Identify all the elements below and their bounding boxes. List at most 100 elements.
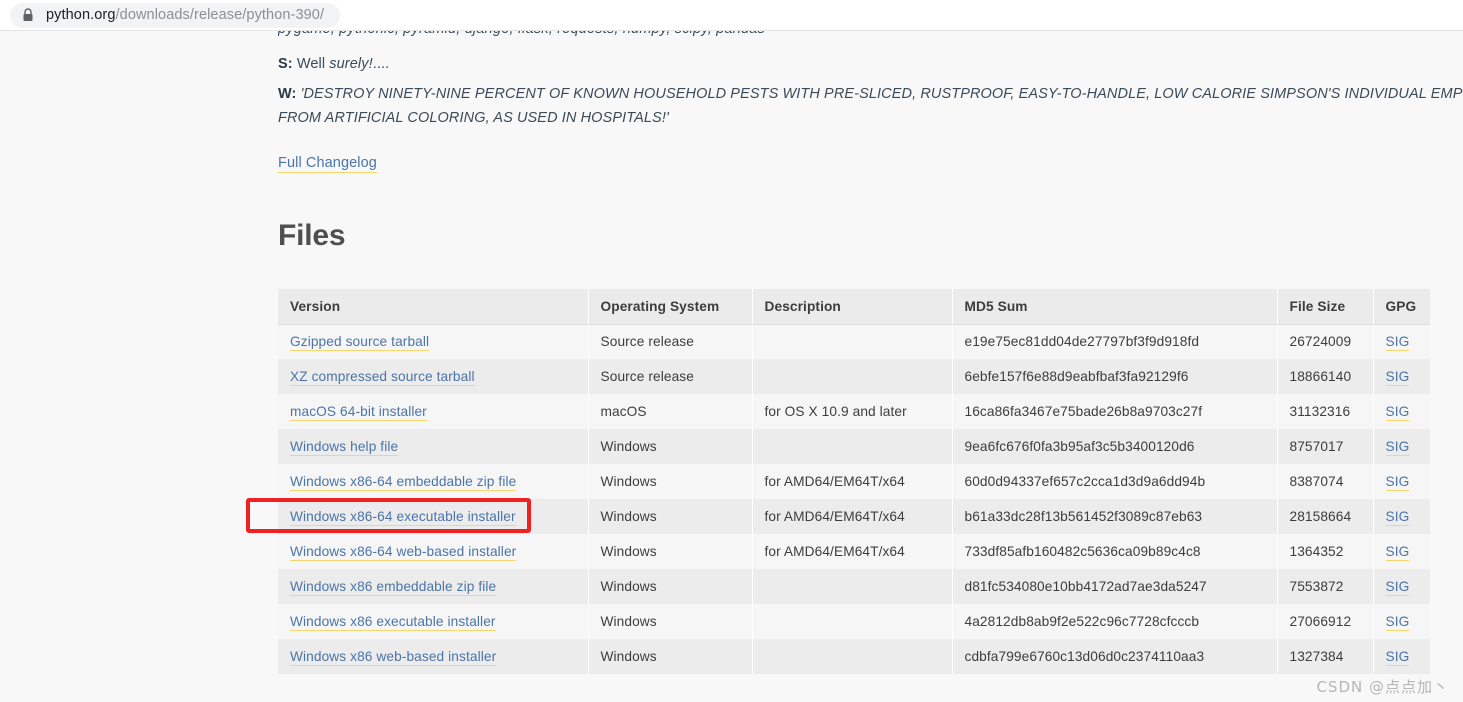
cell-md5-sum: 733df85afb160482c5636ca09b89c4c8 [952, 534, 1278, 569]
table-row: Windows x86 executable installer Windows 4… [278, 604, 1430, 639]
cell-description [752, 569, 953, 604]
cell-operating-system: Windows [588, 499, 753, 534]
file-download-link[interactable]: Windows x86-64 embeddable zip file [290, 474, 517, 491]
sig-link[interactable]: SIG [1385, 614, 1410, 631]
cell-operating-system: Source release [588, 324, 753, 359]
cell-file-size: 27066912 [1277, 604, 1374, 639]
sig-link[interactable]: SIG [1385, 404, 1410, 421]
cell-operating-system: Windows [588, 464, 753, 499]
table-header-row: Version Operating System Description MD5… [278, 289, 1430, 325]
cell-description [752, 359, 953, 394]
speaker-label-s: S: [278, 56, 293, 72]
file-download-link[interactable]: Windows x86 embeddable zip file [290, 579, 497, 596]
column-header-filesize: File Size [1277, 289, 1374, 325]
cell-description [752, 429, 953, 464]
cell-md5-sum: 4a2812db8ab9f2e522c96c7728cfcccb [952, 604, 1278, 639]
cell-operating-system: macOS [588, 394, 753, 429]
column-header-os: Operating System [588, 289, 753, 325]
cell-operating-system: Windows [588, 534, 753, 569]
file-download-link[interactable]: Gzipped source tarball [290, 334, 430, 352]
file-download-link[interactable]: Windows x86 web-based installer [290, 649, 497, 666]
cell-file-size: 18866140 [1277, 359, 1374, 394]
file-download-link[interactable]: macOS 64-bit installer [290, 404, 427, 421]
table-row: XZ compressed source tarball Source relea… [278, 359, 1430, 394]
file-download-link[interactable]: Windows help file [290, 439, 399, 456]
cell-gpg: SIG [1373, 324, 1430, 359]
page-title: Files [278, 219, 346, 252]
truncated-text-line: pygame, pythonic, pyramid, django, flask… [278, 31, 978, 37]
cell-version: Windows x86-64 web-based installer [278, 534, 589, 569]
sig-link[interactable]: SIG [1385, 544, 1410, 561]
sig-link[interactable]: SIG [1385, 474, 1410, 491]
cell-md5-sum: 9ea6fc676f0fa3b95af3c5b3400120d6 [952, 429, 1278, 464]
cell-md5-sum: 6ebfe157f6e88d9eabfbaf3fa92129f6 [952, 359, 1278, 394]
cell-version: Windows help file [278, 429, 589, 464]
cell-version: Windows x86 embeddable zip file [278, 569, 589, 604]
cell-operating-system: Windows [588, 639, 753, 674]
table-row: Windows x86-64 web-based installer Window… [278, 534, 1430, 569]
page-content: pygame, pythonic, pyramid, django, flask… [0, 31, 1463, 702]
cell-gpg: SIG [1373, 464, 1430, 499]
cell-version: Windows x86-64 embeddable zip file [278, 464, 589, 499]
column-header-md5: MD5 Sum [952, 289, 1278, 325]
files-table: Version Operating System Description MD5… [278, 289, 1430, 674]
full-changelog-link[interactable]: Full Changelog [278, 155, 377, 173]
sig-link[interactable]: SIG [1385, 579, 1410, 596]
cell-gpg: SIG [1373, 359, 1430, 394]
cell-file-size: 8757017 [1277, 429, 1374, 464]
cell-description: for AMD64/EM64T/x64 [752, 464, 953, 499]
sig-link[interactable]: SIG [1385, 649, 1410, 666]
watermark: CSDN @点点加丶 [1316, 678, 1449, 696]
lock-icon [23, 8, 33, 21]
cell-version: Windows x86 executable installer [278, 604, 589, 639]
speaker-label-w: W: [278, 86, 297, 102]
cell-description [752, 639, 953, 674]
cell-operating-system: Source release [588, 359, 753, 394]
cell-version: macOS 64-bit installer [278, 394, 589, 429]
table-row: Windows x86 embeddable zip file Windows d8… [278, 569, 1430, 604]
sig-link[interactable]: SIG [1385, 439, 1410, 456]
cell-description: for AMD64/EM64T/x64 [752, 499, 953, 534]
cell-description: for AMD64/EM64T/x64 [752, 534, 953, 569]
cell-md5-sum: 60d0d94337ef657c2cca1d3d9a6dd94b [952, 464, 1278, 499]
dialogue-s-tail: .... [372, 56, 390, 72]
table-row: macOS 64-bit installer macOS for OS X 10.9… [278, 394, 1430, 429]
table-row: Windows x86 web-based installer Windows cd… [278, 639, 1430, 674]
cell-file-size: 28158664 [1277, 499, 1374, 534]
cell-md5-sum: e19e75ec81dd04de27797bf3f9d918fd [952, 324, 1278, 359]
dialogue-s-italic: surely! [329, 56, 373, 72]
table-row: Windows help file Windows 9ea6fc676f0fa3b9… [278, 429, 1430, 464]
file-download-link[interactable]: Windows x86-64 executable installer [290, 509, 516, 526]
cell-gpg: SIG [1373, 534, 1430, 569]
table-row: Windows x86-64 embeddable zip file Window… [278, 464, 1430, 499]
cell-md5-sum: 16ca86fa3467e75bade26b8a9703c27f [952, 394, 1278, 429]
column-header-description: Description [752, 289, 953, 325]
cell-description [752, 604, 953, 639]
cell-gpg: SIG [1373, 429, 1430, 464]
dialogue-w-line2: FROM ARTIFICIAL COLORING, AS USED IN HOS… [278, 110, 669, 126]
url-path: /downloads/release/python-390/ [115, 7, 325, 23]
cell-file-size: 31132316 [1277, 394, 1374, 429]
cell-file-size: 8387074 [1277, 464, 1374, 499]
url-text: python.org/downloads/release/python-390/ [46, 7, 324, 23]
cell-version: Gzipped source tarball [278, 324, 589, 359]
cell-version: XZ compressed source tarball [278, 359, 589, 394]
cell-gpg: SIG [1373, 569, 1430, 604]
sig-link[interactable]: SIG [1385, 509, 1410, 526]
file-download-link[interactable]: XZ compressed source tarball [290, 369, 475, 386]
dialogue-s-plain: Well [292, 56, 330, 72]
dialogue-line-s: S: Well surely!.... [278, 55, 389, 74]
cell-version: Windows x86 web-based installer [278, 639, 589, 674]
cell-gpg: SIG [1373, 639, 1430, 674]
column-header-gpg: GPG [1373, 289, 1430, 325]
address-bar[interactable]: python.org/downloads/release/python-390/ [10, 2, 340, 28]
sig-link[interactable]: SIG [1385, 334, 1410, 352]
file-download-link[interactable]: Windows x86 executable installer [290, 614, 496, 631]
dialogue-line-w-part1: W: 'DESTROY NINETY-NINE PERCENT OF KNOWN… [278, 85, 1463, 104]
sig-link[interactable]: SIG [1385, 369, 1410, 386]
cell-operating-system: Windows [588, 569, 753, 604]
cell-md5-sum: d81fc534080e10bb4172ad7ae3da5247 [952, 569, 1278, 604]
file-download-link[interactable]: Windows x86-64 web-based installer [290, 544, 517, 561]
cell-md5-sum: b61a33dc28f13b561452f3089c87eb63 [952, 499, 1278, 534]
cell-file-size: 7553872 [1277, 569, 1374, 604]
